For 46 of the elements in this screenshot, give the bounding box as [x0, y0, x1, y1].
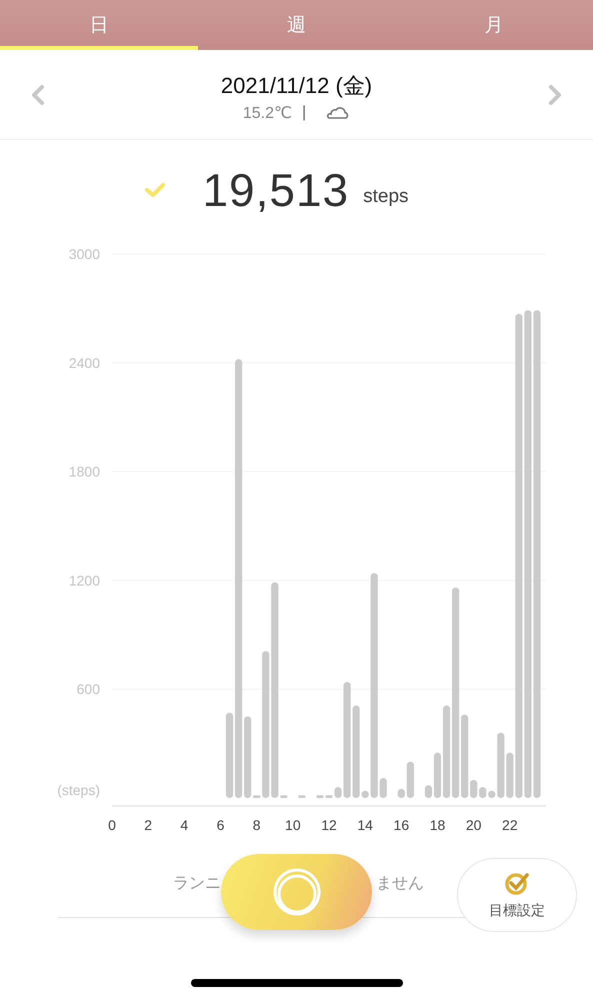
bar — [380, 778, 387, 798]
axis-label: 10 — [285, 817, 301, 833]
axis-label: 22 — [502, 817, 518, 833]
ring-icon — [272, 867, 322, 917]
cloud-icon — [326, 106, 350, 120]
chevron-right-icon[interactable] — [547, 84, 563, 106]
bar — [280, 795, 288, 798]
axis-label: 6 — [216, 817, 224, 833]
goal-button[interactable]: 目標設定 — [457, 858, 577, 932]
axis-label: 600 — [76, 681, 100, 698]
tab[interactable]: 週 — [198, 0, 396, 50]
axis-label: 4 — [180, 817, 188, 833]
axis-label: (steps) — [57, 782, 100, 798]
date-label: 2021/11/12 (金) — [220, 72, 372, 100]
bar — [506, 752, 514, 798]
bar — [253, 795, 260, 798]
check-circle-icon — [504, 870, 530, 896]
bar — [398, 788, 405, 798]
tab[interactable]: 月 — [395, 0, 593, 50]
axis-label: 16 — [394, 817, 410, 833]
step-count: 19,513 — [202, 163, 350, 217]
axis-label: 14 — [357, 817, 373, 833]
bar — [470, 780, 478, 798]
tab[interactable]: 日 — [0, 0, 198, 50]
bar — [362, 790, 369, 798]
axis-label: 1200 — [68, 572, 100, 588]
chevron-left-icon[interactable] — [30, 84, 46, 106]
unit-label: steps — [363, 186, 409, 208]
bar — [488, 790, 496, 798]
message-text: ません — [376, 874, 424, 894]
axis-label: 12 — [321, 817, 337, 833]
bar — [298, 795, 306, 798]
axis-label: 18 — [430, 817, 446, 833]
axis-label: 2400 — [68, 354, 100, 371]
separator: | — [302, 104, 306, 122]
axis-label: 1800 — [68, 464, 100, 480]
axis-label: 20 — [466, 817, 482, 833]
axis-label: 3000 — [68, 246, 100, 262]
axis-label: 0 — [108, 817, 116, 833]
axis-label: 8 — [252, 817, 261, 833]
message-text: ランニ — [173, 874, 221, 894]
bar — [479, 787, 486, 798]
bar — [406, 762, 414, 798]
bar — [497, 732, 504, 798]
temperature: 15.2℃ — [242, 104, 292, 122]
axis-label: 2 — [144, 817, 152, 833]
